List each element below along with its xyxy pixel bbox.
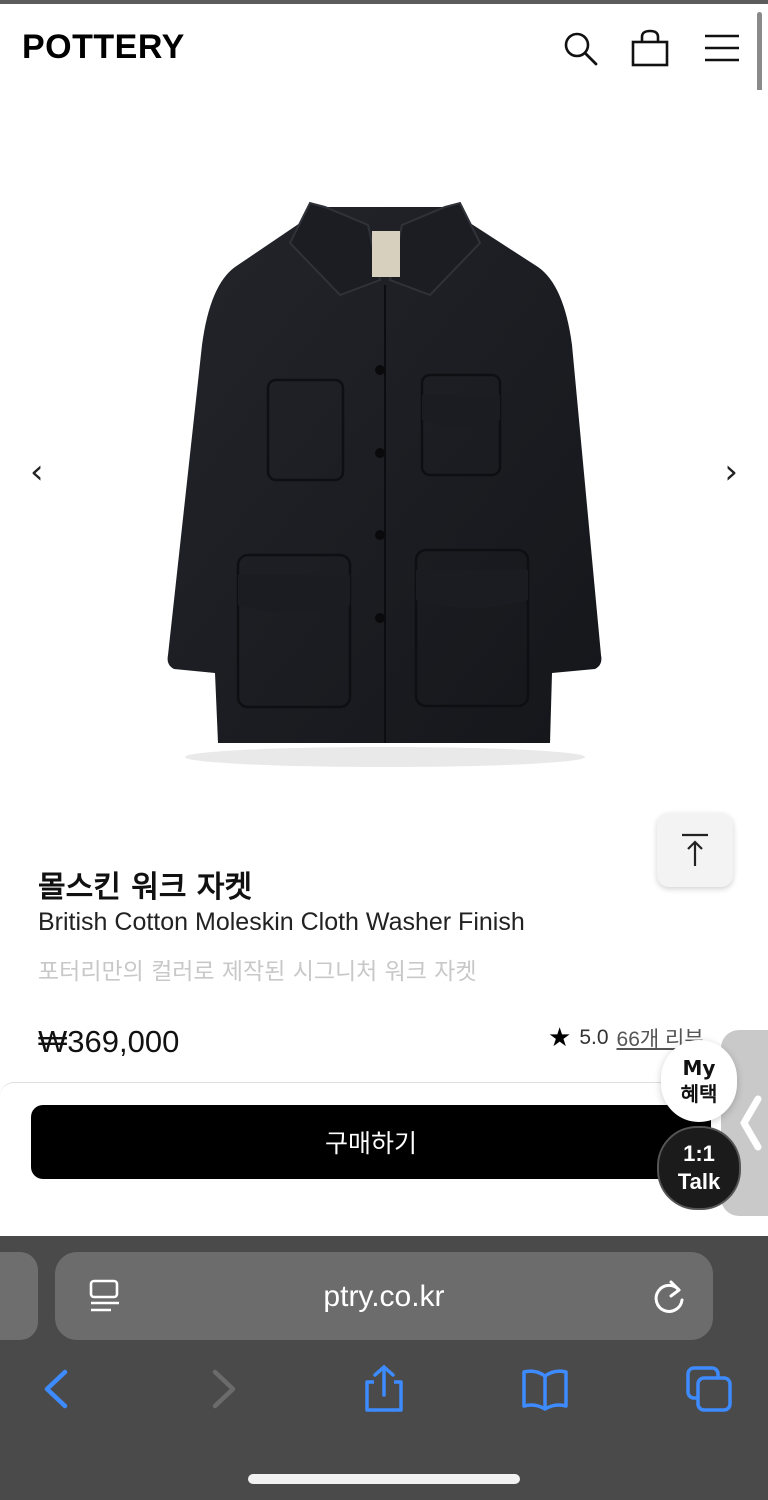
product-price: ₩369,000 [38,1024,180,1059]
back-icon[interactable] [32,1364,82,1414]
talk-line1: 1:1 [683,1141,715,1166]
my-benefit-line1: My [682,1056,716,1080]
buy-button[interactable]: 구매하기 [31,1105,711,1179]
scroll-to-top-button[interactable] [657,813,733,887]
bookmarks-icon[interactable] [520,1364,570,1414]
browser-toolbar: ptry.co.kr [0,1236,768,1500]
product-subtitle: British Cotton Moleskin Cloth Washer Fin… [38,908,525,936]
brand-logo[interactable]: POTTERY [22,28,185,67]
product-image-gallery[interactable]: ‹ › [0,90,768,850]
previous-image-button[interactable]: ‹ [30,452,44,492]
share-icon[interactable] [359,1364,409,1414]
previous-tab-preview[interactable] [0,1252,38,1340]
search-icon[interactable] [560,28,600,68]
address-bar[interactable]: ptry.co.kr [55,1252,713,1340]
my-benefit-button[interactable]: My 혜택 [661,1040,737,1122]
chevron-left-icon [740,1095,762,1151]
arrow-up-icon [682,833,708,866]
tabs-icon[interactable] [684,1364,734,1414]
product-image [167,201,602,767]
url-text: ptry.co.kr [323,1280,445,1313]
product-title: 몰스킨 워크 자켓 [38,870,253,905]
rating-value: 5.0 [579,1025,609,1049]
talk-line2: Talk [677,1169,721,1194]
forward-icon[interactable] [198,1364,248,1414]
site-header: POTTERY [0,4,768,90]
next-image-button[interactable]: › [724,452,738,492]
reload-icon[interactable] [651,1276,687,1316]
home-indicator[interactable] [248,1474,520,1484]
menu-icon[interactable] [702,28,742,68]
shopping-bag-icon[interactable] [630,28,670,68]
my-benefit-line2: 혜택 [680,1082,718,1106]
star-icon: ★ [548,1022,572,1052]
talk-chat-button[interactable]: 1:1 Talk [657,1126,741,1210]
product-info: 몰스킨 워크 자켓 British Cotton Moleskin Cloth … [0,850,768,1090]
purchase-panel: 구매하기 [0,1082,768,1236]
product-description: 포터리만의 컬러로 제작된 시그니처 워크 자켓 [38,959,477,985]
